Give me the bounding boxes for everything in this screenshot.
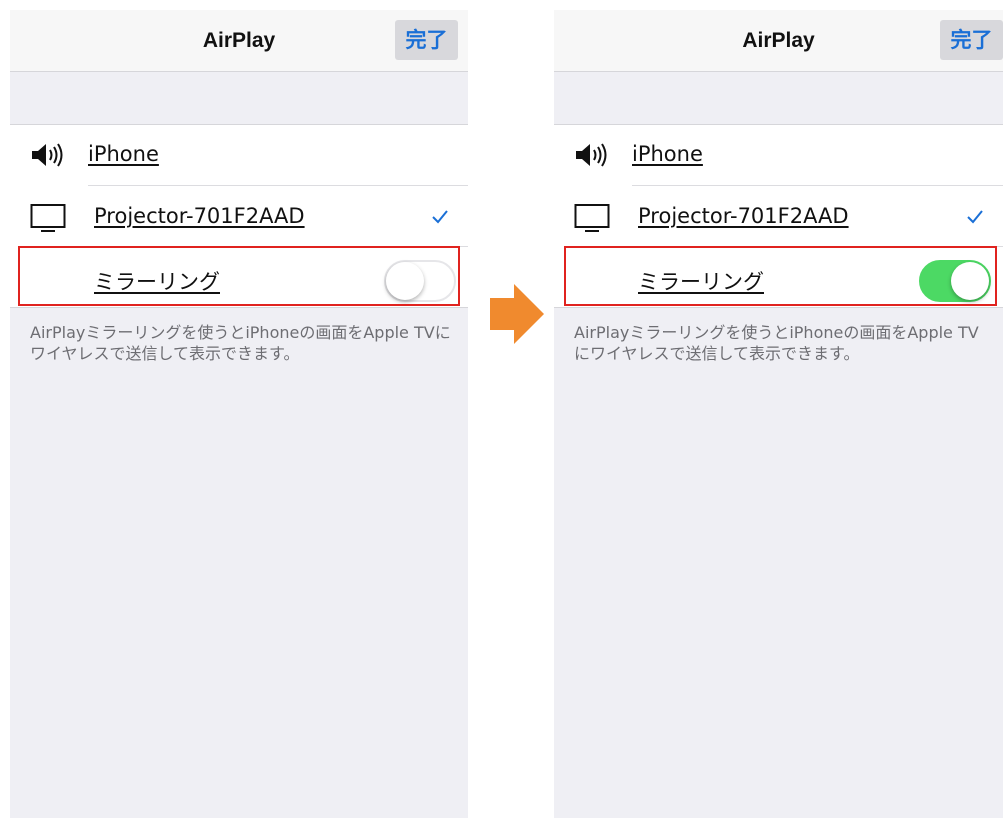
nav-title: AirPlay — [742, 29, 815, 52]
speaker-icon — [32, 143, 63, 167]
checkmark-icon — [432, 210, 448, 224]
highlight-box — [564, 246, 997, 306]
done-button[interactable]: 完了 — [940, 20, 1003, 60]
mirroring-description: AirPlayミラーリングを使うとiPhoneの画面をApple TVにワイヤレ… — [30, 323, 451, 363]
navigation-bar: AirPlay 完了 — [554, 10, 1003, 72]
monitor-icon — [30, 204, 66, 232]
highlight-box — [18, 246, 460, 306]
device-label-projector: Projector-701F2AAD — [638, 204, 849, 228]
airplay-panel-after: AirPlay 完了 iPhone Projector-701F2AAD ミラー… — [554, 10, 1003, 818]
monitor-icon — [574, 204, 610, 232]
device-row-projector[interactable]: Projector-701F2AAD — [10, 186, 468, 247]
done-button[interactable]: 完了 — [395, 20, 458, 60]
device-row-iphone[interactable]: iPhone — [10, 125, 468, 186]
mirroring-description: AirPlayミラーリングを使うとiPhoneの画面をApple TVにワイヤレ… — [574, 323, 979, 363]
device-label-iphone: iPhone — [88, 142, 159, 166]
device-row-iphone[interactable]: iPhone — [554, 125, 1003, 186]
speaker-icon — [576, 143, 607, 167]
airplay-panel-before: AirPlay 完了 iPhone Projector-701F2AAD ミラー… — [10, 10, 468, 818]
arrow-right-icon — [490, 284, 544, 344]
device-label-projector: Projector-701F2AAD — [94, 204, 305, 228]
device-label-iphone: iPhone — [632, 142, 703, 166]
navigation-bar: AirPlay 完了 — [10, 10, 468, 72]
checkmark-icon — [967, 210, 983, 224]
device-row-projector[interactable]: Projector-701F2AAD — [554, 186, 1003, 247]
